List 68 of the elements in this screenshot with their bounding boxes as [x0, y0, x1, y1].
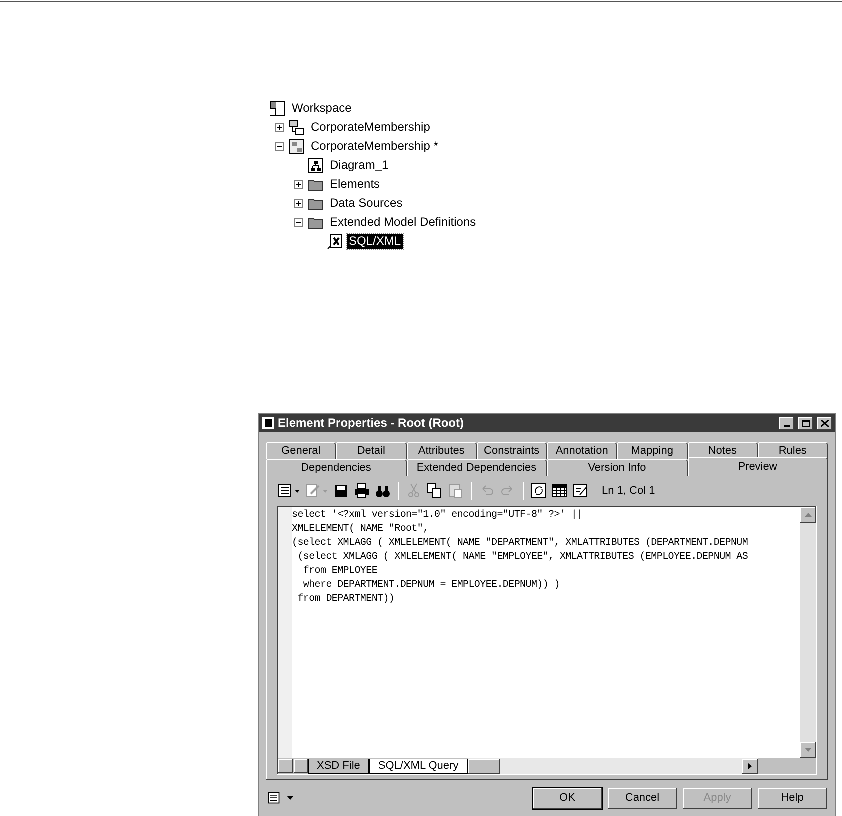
horizontal-scrollbar[interactable] [468, 758, 758, 774]
code-line: from EMPLOYEE [302, 565, 379, 579]
tree-item[interactable]: Workspace [290, 101, 354, 116]
caret-icon[interactable] [295, 490, 300, 492]
model-icon [289, 120, 305, 136]
sheet-tab[interactable]: XSD File [308, 758, 370, 774]
code-line: from DEPARTMENT)) [296, 593, 396, 607]
tree-item[interactable]: Extended Model Definitions [328, 215, 478, 230]
binoculars-icon[interactable] [375, 483, 391, 499]
tree-item[interactable]: SQL/XML [347, 234, 404, 249]
save-icon[interactable] [333, 483, 349, 499]
dialog-button[interactable]: OK [533, 788, 602, 808]
code-line: where DEPARTMENT.DEPNUM = EMPLOYEE.DEPNUM)) ) [302, 579, 561, 593]
expander-icon[interactable] [275, 142, 284, 151]
code-line: (select XMLAGG ( XMLELEMENT( NAME "EMPLOYEE", XMLATTRIBUTES (EMPLOYEE.DEPNUM AS [296, 551, 750, 565]
refresh-icon[interactable] [531, 483, 547, 499]
tree-item[interactable]: Diagram_1 [328, 158, 391, 173]
tree-item[interactable]: Data Sources [328, 196, 405, 211]
print-icon[interactable] [354, 483, 370, 499]
tree-item[interactable]: Elements [328, 177, 382, 192]
close-button[interactable] [817, 416, 832, 430]
tab[interactable]: Extended Dependencies [406, 459, 547, 476]
dialog-button[interactable]: Cancel [608, 788, 677, 808]
maximize-button[interactable] [798, 416, 813, 430]
tab[interactable]: Mapping [617, 442, 688, 459]
cursor-position: Ln 1, Col 1 [602, 484, 656, 499]
scroll-right-button[interactable] [742, 758, 758, 774]
tab[interactable]: Constraints [476, 442, 547, 459]
expander-icon[interactable] [294, 218, 303, 227]
tab[interactable]: Preview [688, 457, 828, 476]
tree-item[interactable]: CorporateMembership [309, 120, 432, 135]
workspace-icon [270, 100, 286, 116]
sheet-tab[interactable]: SQL/XML Query [369, 758, 468, 774]
right-arrow-icon [748, 762, 752, 770]
expander-icon[interactable] [294, 180, 303, 189]
scroll-thumb[interactable] [468, 758, 500, 774]
copy-icon[interactable] [427, 483, 443, 499]
down-arrow-icon [804, 748, 812, 752]
code-line: (select XMLAGG ( XMLELEMENT( NAME "DEPARTMENT", XMLATTRIBUTES (DEPARTMENT.DEPNUM [292, 537, 750, 551]
app-icon [262, 417, 274, 429]
up-arrow-icon [804, 513, 812, 517]
extension-file-icon [327, 234, 343, 250]
tab[interactable]: Attributes [406, 442, 477, 459]
expander-icon[interactable] [275, 123, 284, 132]
vertical-scrollbar[interactable] [800, 507, 816, 758]
code-line: select '<?xml version="1.0" encoding="UTF-8" ?>' || [292, 509, 584, 523]
model-icon [289, 138, 305, 154]
dialog-button[interactable]: Help [758, 788, 827, 808]
expander-icon[interactable] [294, 199, 303, 208]
form-icon[interactable] [573, 483, 589, 499]
scroll-down-button[interactable] [800, 742, 816, 758]
list-icon[interactable] [277, 483, 293, 499]
code-line: XMLELEMENT( NAME "Root", [292, 523, 430, 537]
minimize-button[interactable] [779, 416, 794, 430]
window-title: Element Properties - Root (Root) [278, 415, 466, 432]
diagram-icon [308, 158, 324, 174]
sheet-scroll-buttons[interactable] [278, 759, 308, 773]
list-icon[interactable] [267, 791, 281, 805]
scroll-up-button[interactable] [800, 507, 816, 523]
tab[interactable]: Detail [336, 442, 406, 459]
close-icon [820, 420, 828, 426]
tab[interactable]: Version Info [547, 459, 688, 476]
caret-icon[interactable] [287, 796, 294, 800]
tree-item[interactable]: CorporateMembership * [309, 139, 440, 154]
tab[interactable]: Dependencies [266, 459, 406, 476]
tab[interactable]: Annotation [547, 442, 618, 459]
table-icon[interactable] [552, 483, 568, 499]
tab[interactable]: General [266, 442, 336, 459]
